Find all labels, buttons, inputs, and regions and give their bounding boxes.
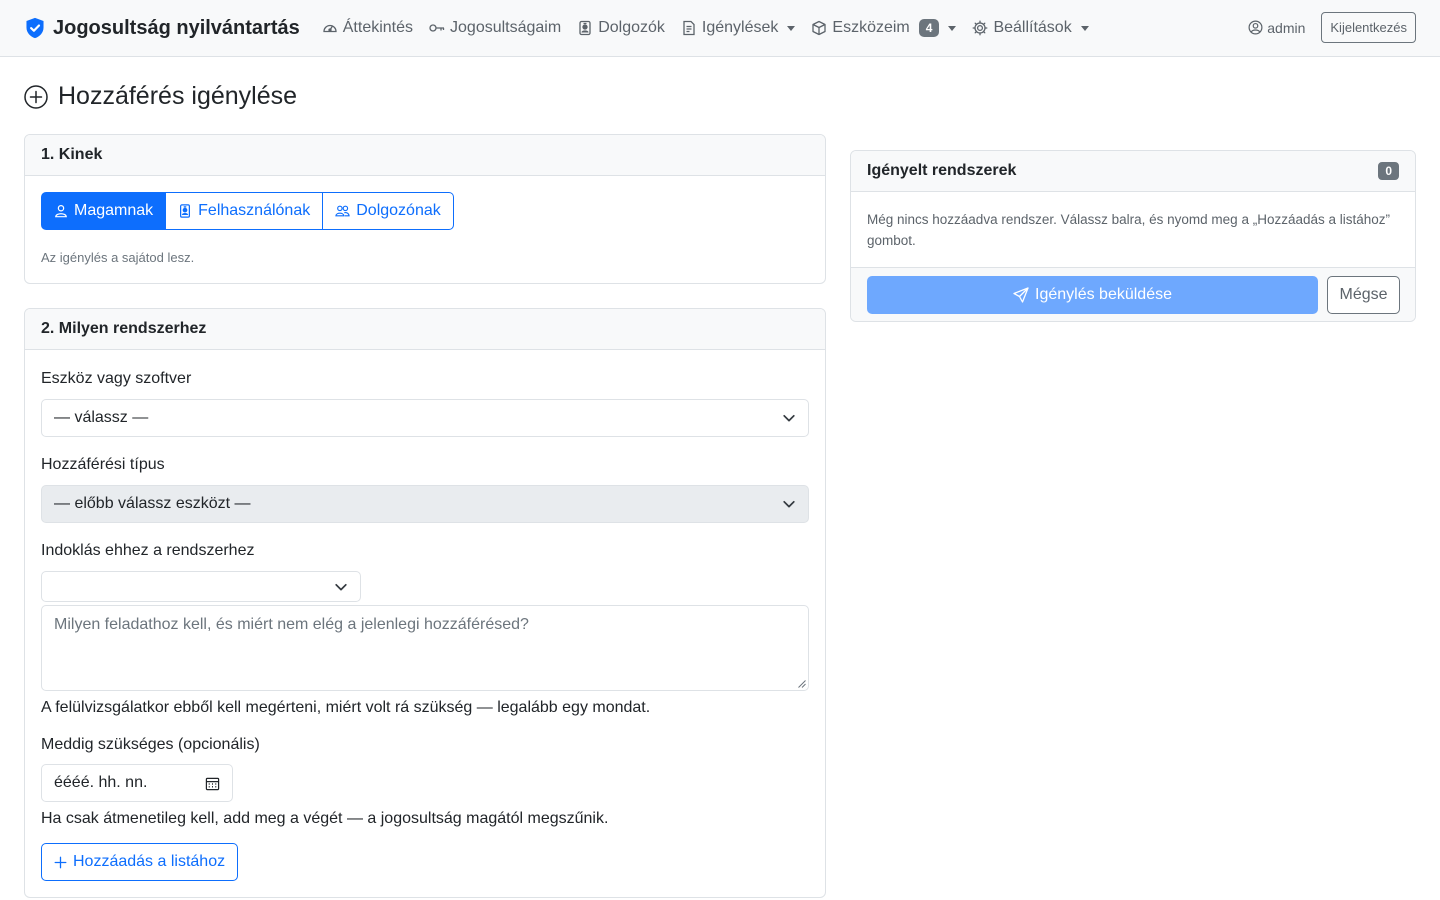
main-nav: Áttekintés Jogosultságaim Dolgozók Igény…: [322, 19, 1089, 37]
reason-label: Indoklás ehhez a rendszerhez: [41, 542, 255, 559]
chevron-down-icon: [334, 580, 348, 594]
recipient-toggle: Magamnak Felhasználónak Dolgozónak: [41, 192, 454, 230]
tool-label: Eszköz vagy szoftver: [41, 370, 192, 387]
card-rendszer: 2. Milyen rendszerhez Eszköz vagy szoftv…: [24, 308, 826, 898]
navbar: Jogosultság nyilvántartás Áttekintés Jog…: [0, 0, 1440, 57]
calendar-icon[interactable]: [205, 776, 220, 791]
count-badge: 0: [1378, 162, 1399, 180]
shield-check-icon: [24, 17, 46, 39]
until-date-placeholder: éééé. hh. nn.: [54, 774, 148, 791]
key-icon: [429, 20, 445, 36]
card-header-title: Igényelt rendszerek: [867, 162, 1017, 179]
nav-item-eszkozeim[interactable]: Eszközeim 4: [811, 19, 957, 37]
speedometer-icon: [322, 20, 338, 36]
card-footer: Igénylés beküldése Mégse: [851, 267, 1415, 321]
page-title-text: Hozzáférés igénylése: [58, 82, 298, 110]
recipient-help: Az igénylés a sajátod lesz.: [41, 250, 195, 265]
reason-template-select[interactable]: [41, 571, 361, 602]
nav-item-label: Dolgozók: [598, 19, 665, 36]
nav-item-label: Áttekintés: [342, 19, 414, 36]
person-icon: [54, 204, 68, 218]
tool-select-value: — válassz —: [54, 409, 149, 426]
person-badge-icon: [178, 204, 192, 218]
option-magamnak[interactable]: Magamnak: [41, 192, 167, 230]
plus-icon: [54, 856, 67, 869]
card-kinek: 1. Kinek Magamnak Felhasználónak Dolgozó…: [24, 134, 826, 284]
nav-item-label: Jogosultságaim: [450, 19, 562, 36]
gear-icon: [972, 20, 988, 36]
logout-button[interactable]: Kijelentkezés: [1321, 12, 1416, 43]
box-icon: [811, 20, 827, 36]
reason-help: A felülvizsgálatkor ebből kell megérteni…: [41, 699, 651, 716]
brand[interactable]: Jogosultság nyilvántartás: [24, 17, 300, 40]
option-label: Dolgozónak: [356, 202, 441, 219]
nav-item-dolgozok[interactable]: Dolgozók: [577, 19, 665, 37]
people-icon: [335, 204, 350, 218]
empty-state-text: Még nincs hozzáadva rendszer. Válassz ba…: [867, 212, 1391, 248]
username: admin: [1267, 19, 1306, 36]
add-to-list-button[interactable]: Hozzáadás a listához: [41, 843, 239, 881]
option-dolgozonak[interactable]: Dolgozónak: [323, 192, 454, 230]
chevron-down-icon: [782, 497, 796, 511]
until-label: Meddig szükséges (opcionális): [41, 736, 260, 753]
nav-item-label: Igénylések: [701, 19, 779, 36]
nav-item-igenylesek[interactable]: Igénylések: [681, 19, 796, 37]
plus-circle-icon: [24, 84, 48, 109]
nav-item-label: Beállítások: [993, 19, 1072, 36]
nav-item-label: Eszközeim: [832, 19, 910, 36]
page-title: Hozzáférés igénylése: [24, 82, 297, 111]
resize-handle-icon[interactable]: [797, 679, 806, 688]
option-label: Felhasználónak: [198, 202, 311, 219]
tool-select[interactable]: — válassz —: [41, 399, 809, 437]
submit-request-button[interactable]: Igénylés beküldése: [867, 276, 1318, 314]
caret-down-icon: [1080, 25, 1089, 31]
file-text-icon: [681, 20, 697, 36]
card-header: Igényelt rendszerek 0: [851, 151, 1415, 192]
reason-placeholder: Milyen feladathoz kell, és miért nem elé…: [54, 616, 529, 633]
send-icon: [1013, 287, 1029, 303]
caret-down-icon: [948, 25, 957, 31]
person-circle-icon: [1248, 20, 1263, 35]
brand-title: Jogosultság nyilvántartás: [53, 16, 300, 39]
access-type-select-value: — előbb válassz eszközt —: [54, 495, 251, 512]
reason-textarea[interactable]: Milyen feladathoz kell, és miért nem elé…: [41, 605, 809, 691]
card-igenyelt-rendszerek: Igényelt rendszerek 0 Még nincs hozzáadv…: [850, 150, 1416, 322]
access-type-select[interactable]: — előbb válassz eszközt —: [41, 485, 809, 523]
add-to-list-label: Hozzáadás a listához: [73, 853, 226, 870]
card-header: 1. Kinek: [25, 135, 825, 176]
nav-item-beallitasok[interactable]: Beállítások: [972, 19, 1089, 37]
caret-down-icon: [787, 25, 796, 31]
chevron-down-icon: [782, 411, 796, 425]
submit-request-label: Igénylés beküldése: [1035, 286, 1172, 303]
user-menu[interactable]: admin: [1248, 20, 1305, 36]
nav-item-attekintes[interactable]: Áttekintés: [322, 19, 413, 37]
until-help: Ha csak átmenetileg kell, add meg a végé…: [41, 810, 609, 827]
option-label: Magamnak: [74, 202, 154, 219]
nav-item-jogosultsagaim[interactable]: Jogosultságaim: [429, 19, 561, 37]
person-badge-icon: [577, 20, 593, 36]
access-type-label: Hozzáférési típus: [41, 456, 165, 473]
nav-right: admin Kijelentkezés: [1248, 12, 1416, 43]
option-felhasznalonak[interactable]: Felhasználónak: [166, 192, 324, 230]
card-header: 2. Milyen rendszerhez: [25, 309, 825, 350]
count-badge: 4: [918, 19, 940, 37]
cancel-button[interactable]: Mégse: [1327, 276, 1400, 314]
until-date-input[interactable]: éééé. hh. nn.: [41, 764, 233, 802]
